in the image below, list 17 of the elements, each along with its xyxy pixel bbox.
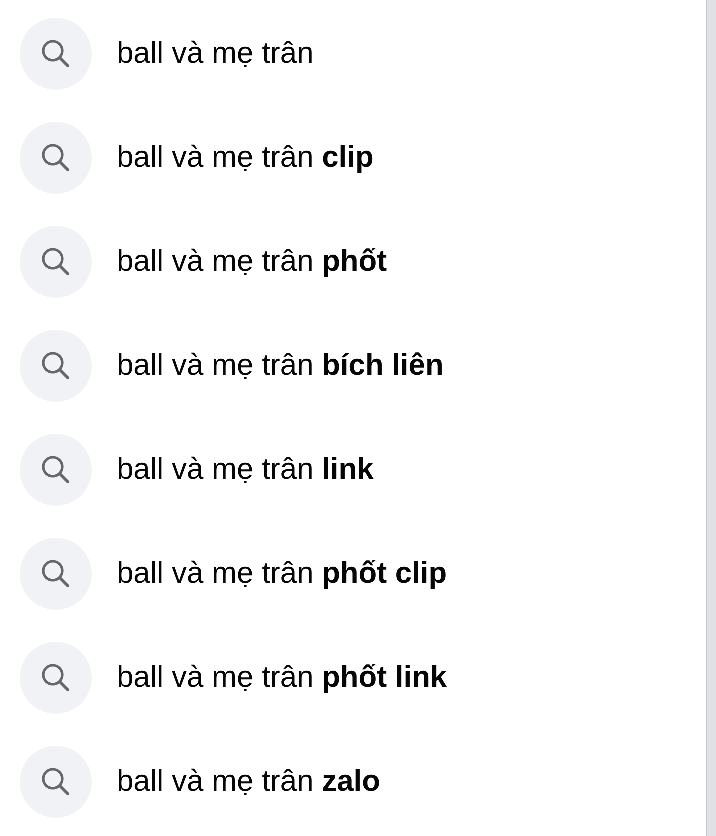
search-icon (20, 746, 92, 818)
search-suggestion[interactable]: ball và mẹ trân phốt link (20, 642, 448, 714)
scrollbar[interactable] (706, 0, 716, 836)
search-icon (20, 18, 92, 90)
search-icon (20, 226, 92, 298)
search-suggestion[interactable]: ball và mẹ trân clip (20, 122, 374, 194)
search-suggestion[interactable]: ball và mẹ trân phốt clip (20, 538, 448, 610)
search-suggestion[interactable]: ball và mẹ trân (20, 18, 314, 90)
search-icon (20, 538, 92, 610)
search-suggestion[interactable]: ball và mẹ trân link (20, 434, 374, 506)
search-suggestion[interactable]: ball và mẹ trân bích liên (20, 330, 444, 402)
search-suggestion[interactable]: ball và mẹ trân zalo (20, 746, 380, 818)
search-icon (20, 642, 92, 714)
search-suggestion[interactable]: ball và mẹ trân phốt (20, 226, 388, 298)
search-icon (20, 122, 92, 194)
search-icon (20, 434, 92, 506)
search-icon (20, 330, 92, 402)
